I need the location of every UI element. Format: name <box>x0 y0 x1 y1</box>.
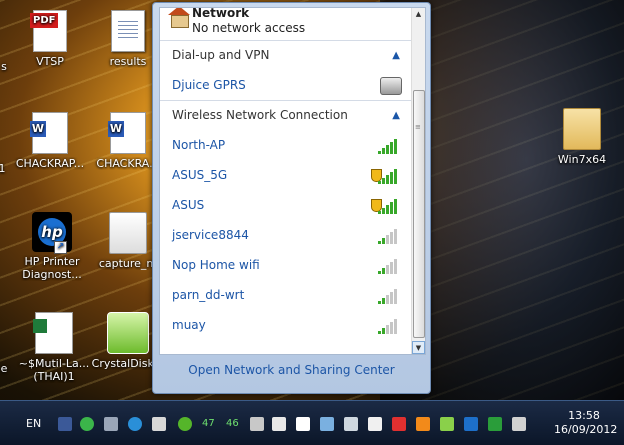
grip-icon: ≡ <box>415 123 421 131</box>
desktop-icon-label: Win7x64 <box>557 153 607 166</box>
taskbar: EN 47 46 13:58 16/09/2012 <box>0 400 624 445</box>
house-icon <box>168 8 190 28</box>
signal-strength-icon <box>378 288 400 304</box>
signal-strength-icon <box>378 198 400 214</box>
chevron-up-icon[interactable]: ▲ <box>392 101 400 130</box>
wifi-network-asus-5g[interactable]: ASUS_5G <box>160 160 412 190</box>
desktop-icon-win7x64[interactable]: Win7x64 <box>540 108 624 166</box>
signal-strength-icon <box>378 258 400 274</box>
wifi-name: North-AP <box>172 138 226 152</box>
chevron-up-icon[interactable]: ▲ <box>392 41 400 70</box>
wifi-network-parn-dd-wrt[interactable]: parn_dd-wrt <box>160 280 412 310</box>
network-list-panel: Network No network access Dial-up and VP… <box>159 7 426 355</box>
wifi-tray-icon[interactable] <box>512 417 526 431</box>
shortcut-arrow-icon: ↗ <box>54 241 67 254</box>
system-clock[interactable]: 13:58 16/09/2012 <box>554 409 618 437</box>
desktop-icon-label-line2: Diagnost... <box>22 268 82 281</box>
desktop-icon-hp-printer[interactable]: hp ↗ HP Printer Diagnost... <box>10 212 94 281</box>
clipboard-icon[interactable] <box>296 417 310 431</box>
network-status: No network access <box>192 21 306 35</box>
tray-counter: 47 <box>202 418 215 429</box>
scroll-up-icon[interactable]: ▲ <box>412 8 425 21</box>
power-icon[interactable] <box>344 417 358 431</box>
wifi-network-muay[interactable]: muay <box>160 310 412 340</box>
wifi-network-nop-home-wifi[interactable]: Nop Home wifi <box>160 250 412 280</box>
wifi-name: ASUS_5G <box>172 168 228 182</box>
connection-name: Djuice GPRS <box>172 78 246 92</box>
connection-djuice-gprs[interactable]: Djuice GPRS <box>160 70 412 101</box>
wifi-name: ASUS <box>172 198 205 212</box>
network-flyout: Network No network access Dial-up and VP… <box>152 2 431 394</box>
dialup-modem-icon <box>380 77 402 95</box>
clock-date: 16/09/2012 <box>554 423 618 436</box>
desktop-edge-label: 1 <box>0 162 6 175</box>
display-icon[interactable] <box>320 417 334 431</box>
update-icon[interactable] <box>416 417 430 431</box>
scroll-down-icon[interactable]: ▼ <box>412 341 425 354</box>
desktop-edge-label: s <box>1 60 7 73</box>
crystaldisk-icon <box>107 312 149 354</box>
section-wireless[interactable]: Wireless Network Connection ▲ <box>160 101 412 130</box>
signal-strength-icon <box>378 228 400 244</box>
facebook-icon[interactable] <box>58 417 72 431</box>
network-list: Network No network access Dial-up and VP… <box>160 8 412 354</box>
shield-tray-icon[interactable] <box>488 417 502 431</box>
wifi-name: Nop Home wifi <box>172 258 260 272</box>
document-icon <box>111 10 145 52</box>
hp-logo-icon: hp ↗ <box>32 212 72 254</box>
desktop-edge-label: e <box>0 362 8 375</box>
section-label: Dial-up and VPN <box>172 48 270 62</box>
document-icon <box>109 212 147 254</box>
signal-strength-icon <box>378 168 400 184</box>
clock-time: 13:58 <box>568 409 600 422</box>
tray-counter: 46 <box>226 418 239 429</box>
wifi-network-north-ap[interactable]: North-AP <box>160 130 412 160</box>
volume-icon[interactable] <box>272 417 286 431</box>
pen-tablet-icon[interactable] <box>440 417 454 431</box>
signal-strength-icon <box>378 318 400 334</box>
signal-strength-icon <box>378 138 400 154</box>
network-tray-icon[interactable] <box>104 417 118 431</box>
desktop-icon-label: HP Printer <box>24 255 80 268</box>
language-indicator[interactable]: EN <box>26 417 41 430</box>
battery-icon[interactable] <box>368 417 382 431</box>
pdf-icon: PDF <box>30 10 67 52</box>
folder-icon <box>563 108 601 150</box>
wifi-name: muay <box>172 318 206 332</box>
section-label: Wireless Network Connection <box>172 108 348 122</box>
word-document-icon: W <box>30 112 68 154</box>
antivirus-icon[interactable] <box>392 417 406 431</box>
open-network-sharing-center-link[interactable]: Open Network and Sharing Center <box>153 355 430 391</box>
network-list-scrollbar[interactable]: ▲ ≡ ▼ <box>411 8 425 354</box>
settings-tray-icon[interactable] <box>152 417 166 431</box>
bluetooth-icon[interactable] <box>128 417 142 431</box>
wifi-network-jservice8844[interactable]: jservice8844 <box>160 220 412 250</box>
line-app-icon[interactable] <box>80 417 94 431</box>
usb-device-icon[interactable] <box>250 417 264 431</box>
current-network: Network No network access <box>160 8 412 40</box>
network-title: Network <box>192 8 250 20</box>
wifi-name: jservice8844 <box>172 228 249 242</box>
section-dialup-vpn[interactable]: Dial-up and VPN ▲ <box>160 40 412 70</box>
app-tray-icon[interactable] <box>464 417 478 431</box>
wifi-name: parn_dd-wrt <box>172 288 245 302</box>
word-document-icon: W <box>108 112 146 154</box>
wifi-network-asus[interactable]: ASUS <box>160 190 412 220</box>
excel-document-icon <box>33 312 73 354</box>
sync-icon[interactable] <box>178 417 192 431</box>
